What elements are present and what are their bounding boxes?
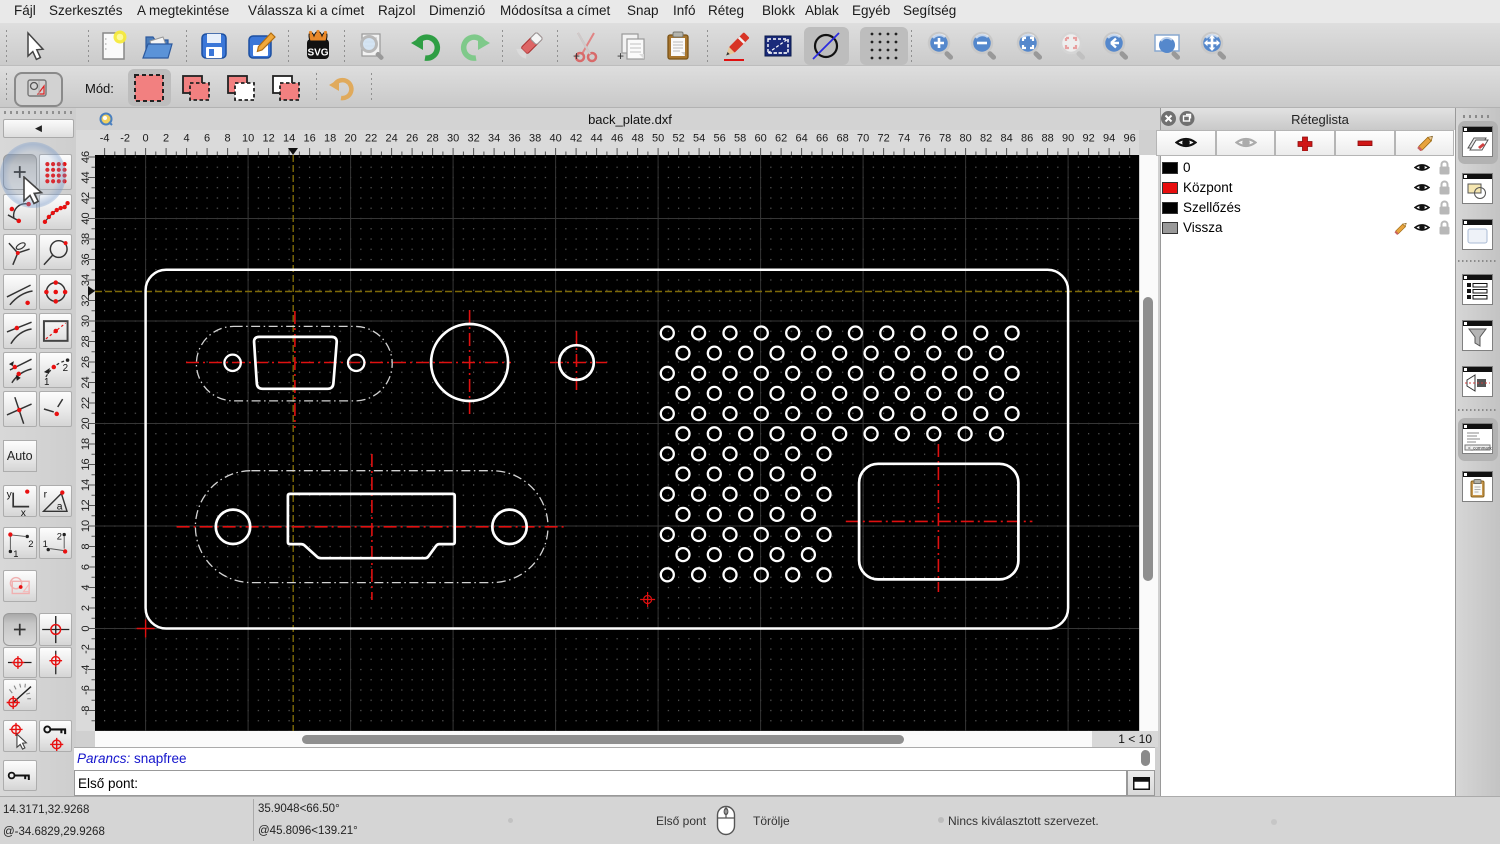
svg-text:<_command: <_command bbox=[1468, 446, 1492, 451]
svg-text:90: 90 bbox=[1062, 133, 1074, 145]
svg-text:30: 30 bbox=[447, 133, 459, 145]
svg-text:40: 40 bbox=[549, 133, 561, 145]
svg-text:6: 6 bbox=[204, 133, 210, 145]
svg-text:12: 12 bbox=[262, 133, 274, 145]
svg-text:1: 1 bbox=[43, 377, 48, 387]
svg-text:SVG: SVG bbox=[307, 48, 328, 59]
svg-text:32: 32 bbox=[467, 133, 479, 145]
svg-text:94: 94 bbox=[1103, 133, 1115, 145]
svg-text:92: 92 bbox=[1082, 133, 1094, 145]
svg-text:x: x bbox=[21, 508, 27, 516]
svg-text:56: 56 bbox=[713, 133, 725, 145]
svg-text:14: 14 bbox=[283, 133, 295, 145]
svg-text:54: 54 bbox=[693, 133, 705, 145]
svg-text:86: 86 bbox=[1021, 133, 1033, 145]
svg-text:80: 80 bbox=[959, 133, 971, 145]
svg-text:8: 8 bbox=[225, 133, 231, 145]
svg-text:2: 2 bbox=[28, 539, 33, 549]
svg-text:68: 68 bbox=[836, 133, 848, 145]
svg-text:82: 82 bbox=[980, 133, 992, 145]
svg-text:24: 24 bbox=[385, 133, 397, 145]
svg-text:76: 76 bbox=[918, 133, 930, 145]
svg-text:+: + bbox=[617, 49, 624, 63]
svg-text:-4: -4 bbox=[100, 133, 110, 145]
svg-text:78: 78 bbox=[939, 133, 951, 145]
svg-text:0: 0 bbox=[143, 133, 149, 145]
svg-text:26: 26 bbox=[406, 133, 418, 145]
svg-text:46: 46 bbox=[611, 133, 623, 145]
svg-text:88: 88 bbox=[1041, 133, 1053, 145]
svg-text:18: 18 bbox=[324, 133, 336, 145]
svg-text:20: 20 bbox=[344, 133, 356, 145]
svg-text:2: 2 bbox=[56, 531, 61, 541]
svg-text:16: 16 bbox=[303, 133, 315, 145]
svg-text:2: 2 bbox=[62, 363, 67, 374]
svg-text:62: 62 bbox=[775, 133, 787, 145]
svg-text:74: 74 bbox=[898, 133, 910, 145]
svg-text:42: 42 bbox=[570, 133, 582, 145]
svg-text:1: 1 bbox=[13, 549, 18, 558]
svg-text:r: r bbox=[43, 489, 47, 500]
svg-text:22: 22 bbox=[365, 133, 377, 145]
svg-text:-2: -2 bbox=[120, 133, 130, 145]
svg-text:36: 36 bbox=[508, 133, 520, 145]
svg-text:38: 38 bbox=[529, 133, 541, 145]
svg-text:34: 34 bbox=[488, 133, 500, 145]
svg-text:1: 1 bbox=[42, 539, 47, 549]
svg-text:66: 66 bbox=[816, 133, 828, 145]
svg-text:50: 50 bbox=[652, 133, 664, 145]
svg-text:96: 96 bbox=[1123, 133, 1135, 145]
svg-text:84: 84 bbox=[1000, 133, 1012, 145]
svg-text:58: 58 bbox=[734, 133, 746, 145]
svg-text:10: 10 bbox=[242, 133, 254, 145]
svg-text:72: 72 bbox=[877, 133, 889, 145]
svg-text:2: 2 bbox=[163, 133, 169, 145]
svg-text:60: 60 bbox=[754, 133, 766, 145]
svg-text:70: 70 bbox=[857, 133, 869, 145]
svg-text:4: 4 bbox=[184, 133, 190, 145]
svg-text:+: + bbox=[573, 49, 580, 63]
svg-text:48: 48 bbox=[631, 133, 643, 145]
svg-text:a: a bbox=[56, 501, 62, 512]
svg-text:y: y bbox=[7, 489, 13, 500]
svg-text:28: 28 bbox=[426, 133, 438, 145]
svg-text:44: 44 bbox=[590, 133, 602, 145]
svg-text:52: 52 bbox=[672, 133, 684, 145]
svg-text:64: 64 bbox=[795, 133, 807, 145]
